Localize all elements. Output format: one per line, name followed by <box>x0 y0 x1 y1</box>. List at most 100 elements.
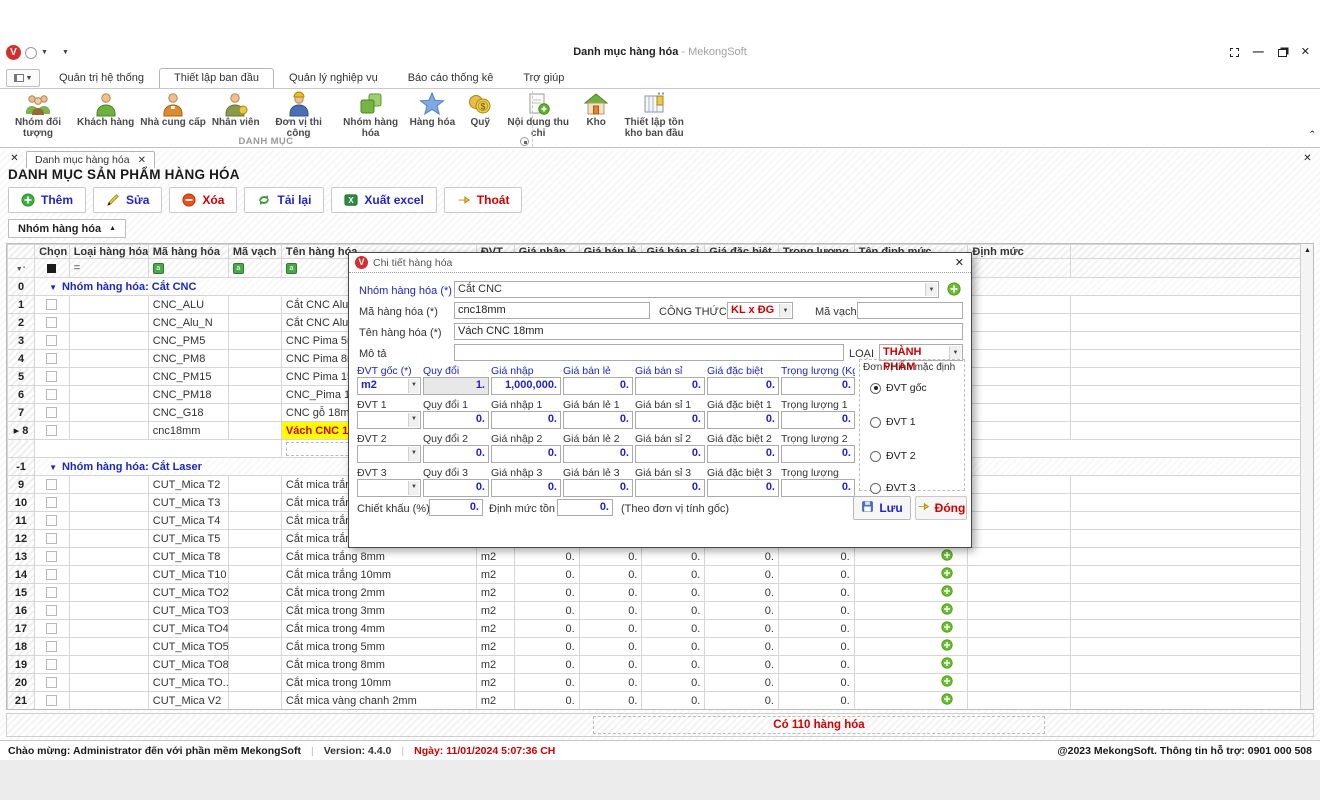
select-cell[interactable] <box>35 386 70 404</box>
norm-name-cell[interactable] <box>854 602 968 620</box>
select-cell[interactable] <box>35 584 70 602</box>
barcode-cell[interactable] <box>228 566 281 584</box>
button-plus-green[interactable]: Thêm <box>8 187 86 213</box>
unit-value-input[interactable]: 0. <box>491 479 561 497</box>
fullscreen-icon[interactable] <box>1230 48 1239 57</box>
select-cell[interactable] <box>35 332 70 350</box>
norm-cell[interactable] <box>968 404 1071 422</box>
select-cell[interactable] <box>35 638 70 656</box>
filter-cell[interactable] <box>1071 259 1302 278</box>
product-name-cell[interactable]: Cắt mica trong 2mm <box>281 584 476 602</box>
norm-cell[interactable] <box>968 584 1071 602</box>
ribbon-item[interactable]: Kho <box>574 90 618 130</box>
column-header[interactable]: Loại hàng hóa <box>69 245 148 259</box>
dialog-close-icon[interactable]: ✕ <box>955 256 964 269</box>
unit-value-input[interactable]: 0. <box>423 445 489 463</box>
product-code-cell[interactable]: CNC_PM5 <box>148 332 228 350</box>
unit-value-input[interactable]: 0. <box>563 479 633 497</box>
formula-combo[interactable]: KL x ĐG▼ <box>727 302 793 319</box>
norm-name-cell[interactable] <box>854 674 968 692</box>
select-cell[interactable] <box>35 512 70 530</box>
product-type-cell[interactable] <box>69 566 148 584</box>
product-code-cell[interactable]: CUT_Mica T8 <box>148 548 228 566</box>
row-checkbox[interactable] <box>46 497 57 508</box>
unit-value-input[interactable]: 0. <box>423 479 489 497</box>
product-code-cell[interactable]: CUT_Mica T3 <box>148 494 228 512</box>
price-cell[interactable]: 0. <box>778 548 854 566</box>
unit-value-input[interactable]: 0. <box>707 411 779 429</box>
ribbon-item[interactable]: Nội dung thu chi <box>502 90 574 140</box>
row-checkbox[interactable] <box>46 623 57 634</box>
row-checkbox[interactable] <box>46 425 57 436</box>
product-type-cell[interactable] <box>69 674 148 692</box>
price-cell[interactable]: 0. <box>514 620 579 638</box>
product-code-cell[interactable]: CNC_G18 <box>148 404 228 422</box>
price-cell[interactable]: 0. <box>778 566 854 584</box>
add-norm-icon[interactable] <box>941 585 953 597</box>
text-filter-icon[interactable]: a <box>286 263 297 274</box>
price-cell[interactable]: 0. <box>579 602 642 620</box>
unit-value-input[interactable]: 0. <box>423 411 489 429</box>
barcode-cell[interactable] <box>228 530 281 548</box>
barcode-cell[interactable] <box>228 656 281 674</box>
price-cell[interactable]: 0. <box>514 638 579 656</box>
ribbon-tab-1[interactable]: Thiết lập ban đầu <box>159 68 274 88</box>
product-type-cell[interactable] <box>69 476 148 494</box>
row-checkbox[interactable] <box>46 587 57 598</box>
radio-đvt-3[interactable]: ĐVT 3 <box>870 482 916 494</box>
unit-value-input[interactable]: 0. <box>635 377 705 395</box>
unit-value-input[interactable]: 0. <box>491 411 561 429</box>
barcode-cell[interactable] <box>228 350 281 368</box>
product-code-cell[interactable]: CNC_PM15 <box>148 368 228 386</box>
norm-cell[interactable] <box>968 494 1071 512</box>
barcode-cell[interactable] <box>228 692 281 710</box>
price-cell[interactable]: 0. <box>579 656 642 674</box>
product-code-cell[interactable]: CUT_Mica TO2 <box>148 584 228 602</box>
product-code-cell[interactable]: CUT_Mica TO8 <box>148 656 228 674</box>
chevron-down-icon[interactable]: ▼ <box>408 413 419 427</box>
add-norm-icon[interactable] <box>941 603 953 615</box>
barcode-cell[interactable] <box>228 422 281 440</box>
price-cell[interactable]: 0. <box>579 692 642 710</box>
ribbon-item[interactable]: Nhóm hàng hóa <box>335 90 407 140</box>
table-row[interactable]: 20CUT_Mica TO...Cắt mica trong 10mmm20.0… <box>8 674 1302 692</box>
button-exit[interactable]: Thoát <box>444 187 523 213</box>
add-norm-icon[interactable] <box>941 693 953 705</box>
button-minus-red[interactable]: Xóa <box>169 187 237 213</box>
save-button[interactable]: Lưu <box>853 496 911 520</box>
row-checkbox[interactable] <box>46 605 57 616</box>
column-header[interactable]: Chọn <box>35 245 70 259</box>
radio-icon[interactable] <box>870 483 881 494</box>
product-type-cell[interactable] <box>69 620 148 638</box>
norm-name-cell[interactable] <box>854 638 968 656</box>
add-group-icon[interactable] <box>947 282 961 296</box>
select-cell[interactable] <box>35 548 70 566</box>
price-cell[interactable]: 0. <box>579 584 642 602</box>
norm-cell[interactable] <box>968 548 1071 566</box>
row-checkbox[interactable] <box>46 317 57 328</box>
product-type-cell[interactable] <box>69 512 148 530</box>
price-cell[interactable]: 0. <box>642 548 705 566</box>
ribbon-item[interactable]: Nhóm đối tượng <box>2 90 74 140</box>
ribbon-item[interactable]: Khách hàng <box>74 90 137 130</box>
product-type-cell[interactable] <box>69 692 148 710</box>
norm-cell[interactable] <box>968 422 1071 440</box>
product-type-cell[interactable] <box>69 404 148 422</box>
norm-name-cell[interactable] <box>854 566 968 584</box>
select-cell[interactable] <box>35 476 70 494</box>
barcode-cell[interactable] <box>228 296 281 314</box>
table-row[interactable]: 15CUT_Mica TO2Cắt mica trong 2mmm20.0.0.… <box>8 584 1302 602</box>
ribbon-tab-4[interactable]: Trợ giúp <box>508 68 579 88</box>
price-cell[interactable]: 0. <box>705 656 779 674</box>
unit-value-input[interactable]: 0. <box>563 411 633 429</box>
barcode-cell[interactable] <box>228 548 281 566</box>
norm-cell[interactable] <box>968 476 1071 494</box>
price-cell[interactable]: 0. <box>514 548 579 566</box>
unit-value-input[interactable]: 0. <box>781 479 855 497</box>
barcode-cell[interactable] <box>228 512 281 530</box>
product-code-cell[interactable]: CNC_ALU <box>148 296 228 314</box>
product-code-cell[interactable]: CUT_Mica V2 <box>148 692 228 710</box>
select-cell[interactable] <box>35 296 70 314</box>
norm-cell[interactable] <box>968 638 1071 656</box>
product-type-cell[interactable] <box>69 368 148 386</box>
